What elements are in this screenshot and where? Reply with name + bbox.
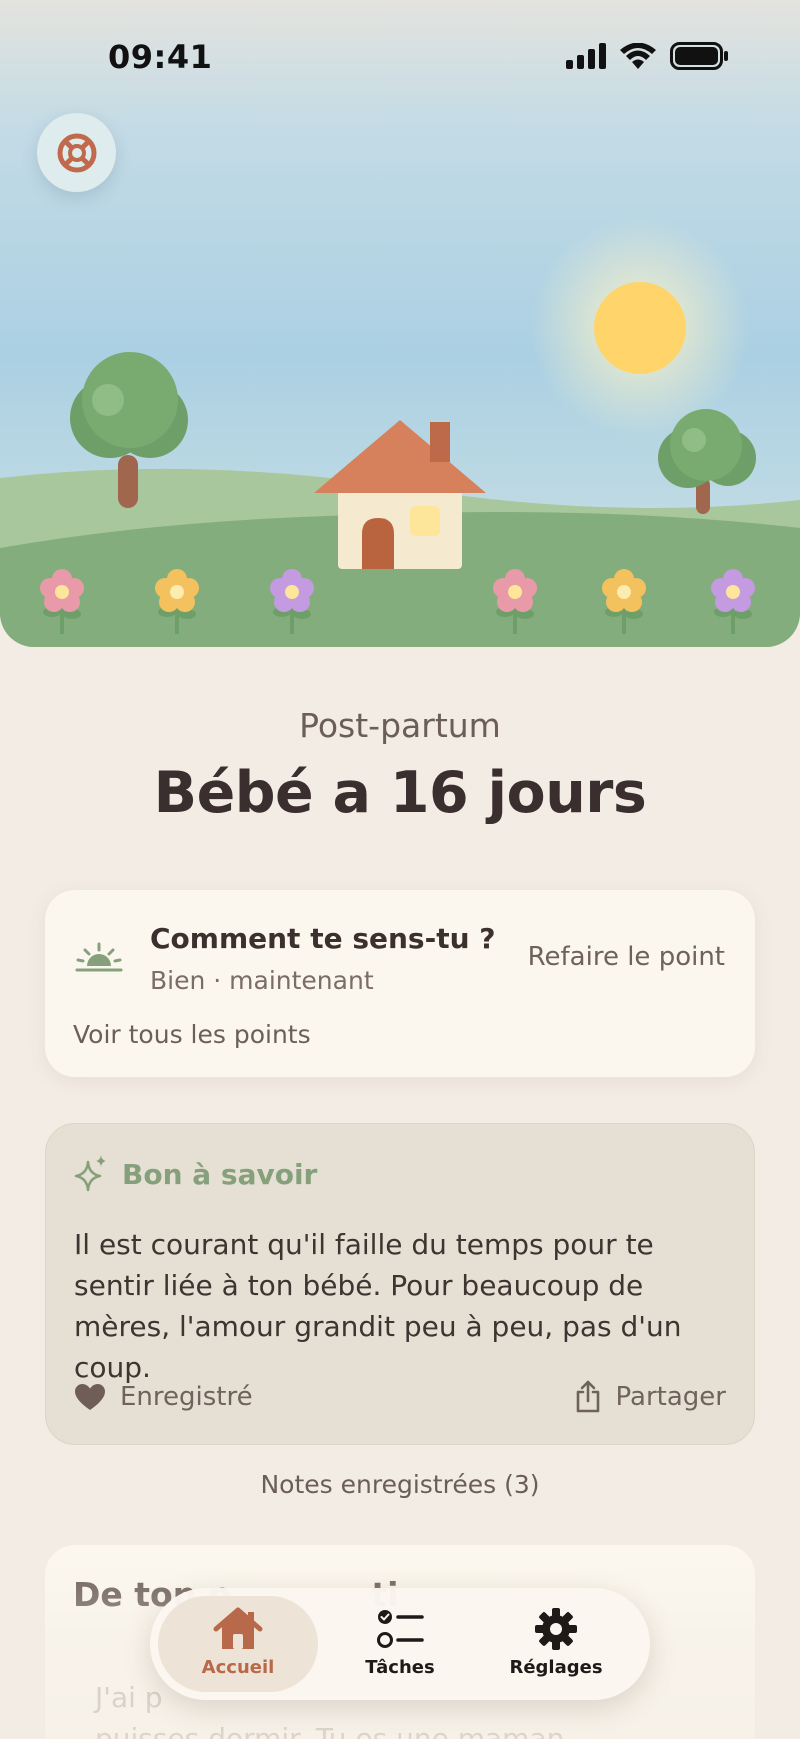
- tip-card: Bon à savoir Il est courant qu'il faille…: [45, 1123, 755, 1445]
- status-time: 09:41: [108, 38, 213, 76]
- saved-notes-link[interactable]: Notes enregistrées (3): [0, 1470, 800, 1499]
- checklist-icon: [377, 1610, 424, 1648]
- tab-settings-label: Réglages: [509, 1657, 603, 1678]
- saved-label: Enregistré: [120, 1382, 253, 1412]
- redo-checkin-button[interactable]: Refaire le point: [528, 942, 725, 972]
- cellular-signal-icon: [566, 43, 606, 69]
- share-button[interactable]: Partager: [574, 1380, 726, 1414]
- status-icons: [566, 42, 728, 70]
- checkin-status: Bien · maintenant: [150, 966, 374, 995]
- phase-label: Post-partum: [299, 706, 501, 745]
- tip-title: Bon à savoir: [122, 1158, 318, 1191]
- tab-tasks[interactable]: Tâches: [320, 1596, 480, 1692]
- status-bar: 09:41: [0, 0, 800, 110]
- checkin-title: Comment te sens-tu ?: [150, 922, 496, 955]
- wifi-icon: [620, 43, 656, 69]
- share-icon: [576, 1380, 599, 1413]
- sunrise-icon: [75, 942, 123, 972]
- help-button[interactable]: [37, 113, 116, 192]
- tab-home[interactable]: Accueil: [158, 1596, 318, 1692]
- house-icon: [213, 1607, 263, 1649]
- gear-icon: [535, 1608, 577, 1650]
- page-title: Bébé a 16 jours: [153, 760, 647, 826]
- battery-icon: [670, 42, 728, 70]
- tab-home-label: Accueil: [201, 1657, 275, 1678]
- partner-body-line-2: puisses dormir. Tu es une maman: [95, 1722, 565, 1739]
- mood-checkin-card[interactable]: Comment te sens-tu ? Bien · maintenant R…: [45, 890, 755, 1077]
- saved-button[interactable]: Enregistré: [74, 1382, 253, 1412]
- lifebuoy-icon: [57, 133, 96, 172]
- sparkles-icon: [74, 1155, 106, 1192]
- sun: [594, 282, 686, 374]
- tip-body: Il est courant qu'il faille du temps pou…: [74, 1228, 682, 1384]
- tab-tasks-label: Tâches: [365, 1657, 435, 1678]
- tab-settings[interactable]: Réglages: [476, 1596, 636, 1692]
- view-all-checkins-link[interactable]: Voir tous les points: [73, 1020, 311, 1049]
- heart-icon: [75, 1384, 105, 1410]
- share-label: Partager: [615, 1382, 726, 1412]
- tab-bar: Accueil Tâches Réglages: [150, 1588, 650, 1700]
